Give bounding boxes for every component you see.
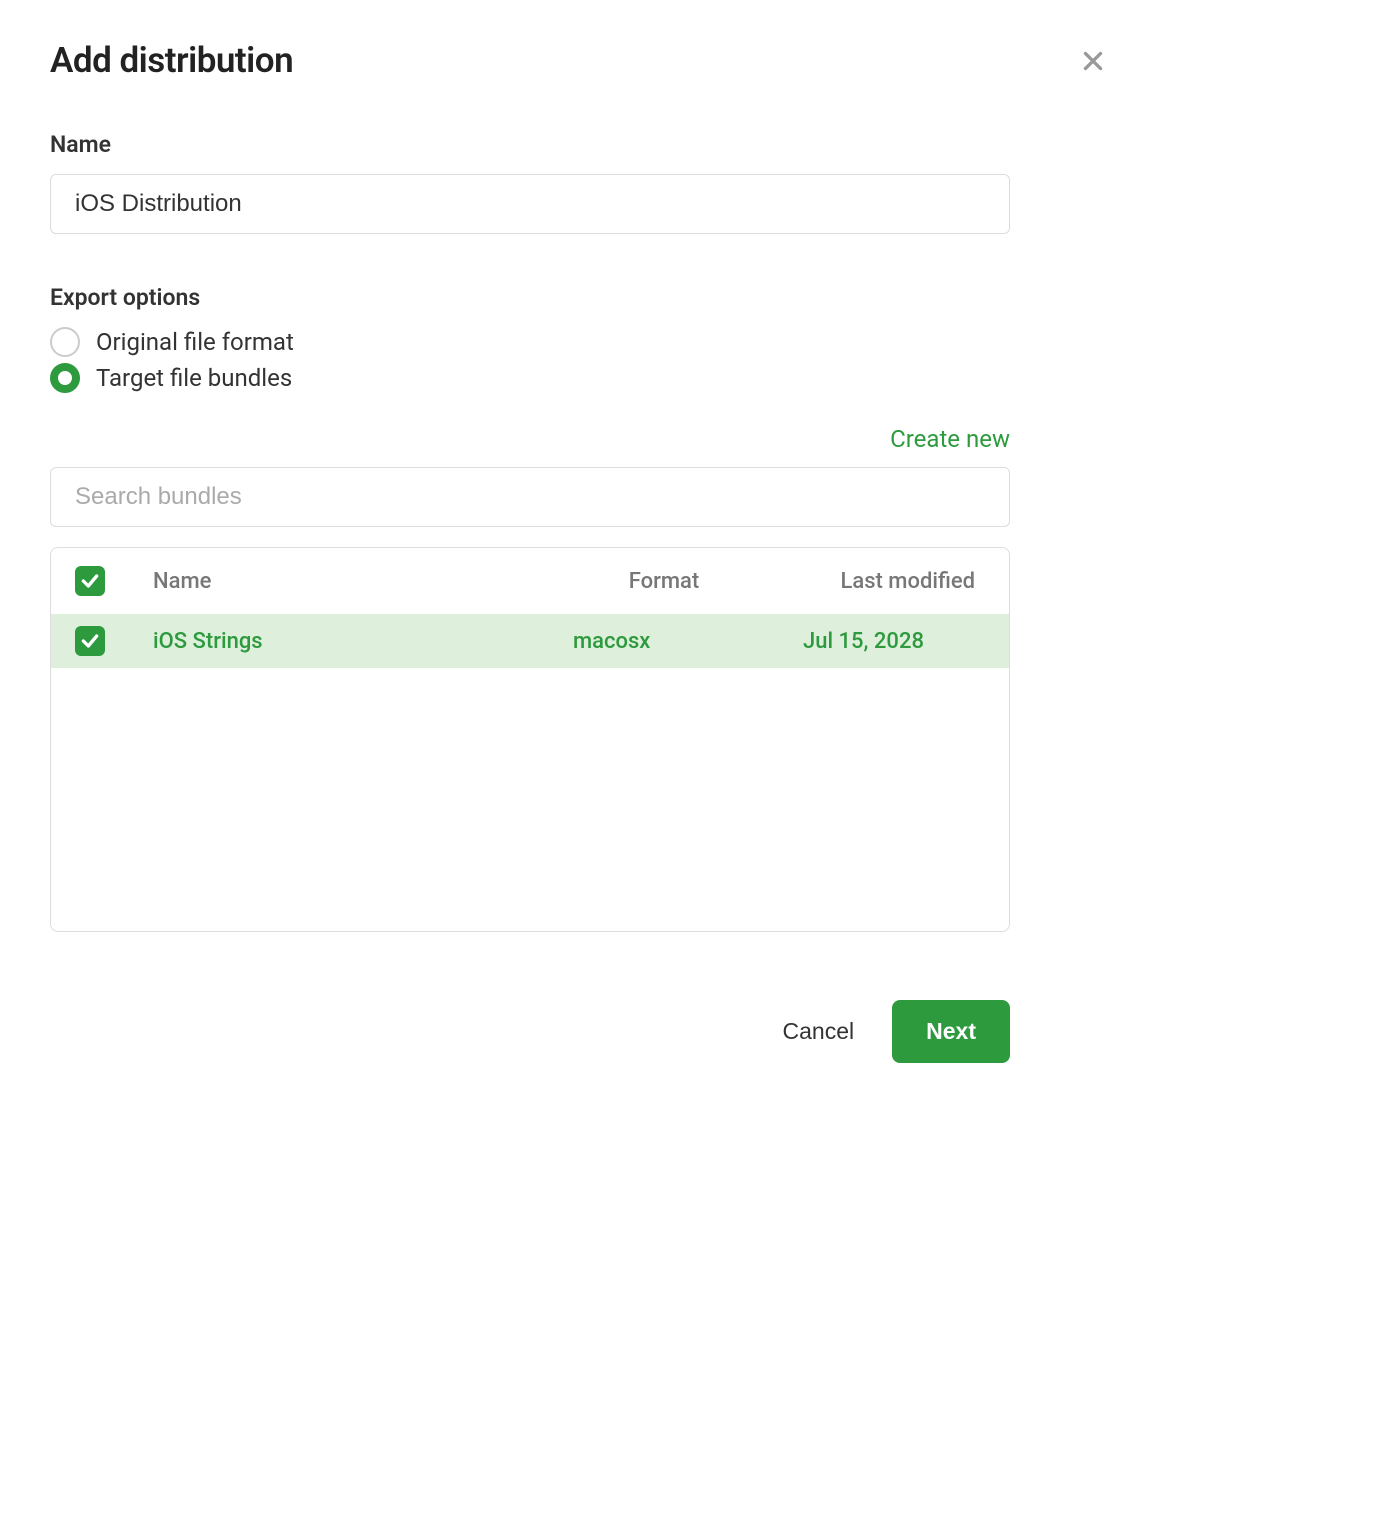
search-bundles-input[interactable] <box>50 467 1010 527</box>
radio-label: Target file bundles <box>96 364 292 392</box>
column-header-name[interactable]: Name <box>129 548 549 614</box>
bundles-table: Name Format Last modified iOS Strings <box>51 548 1009 668</box>
export-options-label: Export options <box>50 284 1110 311</box>
name-label: Name <box>50 131 1110 158</box>
radio-icon <box>50 327 80 357</box>
export-options-section: Export options Original file format Targ… <box>50 284 1110 393</box>
name-input[interactable] <box>50 174 1010 234</box>
export-options-radio-group: Original file format Target file bundles <box>50 327 1110 393</box>
cancel-button[interactable]: Cancel <box>783 1018 855 1045</box>
select-all-checkbox[interactable] <box>75 566 105 596</box>
row-name: iOS Strings <box>129 614 549 668</box>
radio-label: Original file format <box>96 328 294 356</box>
add-distribution-dialog: Add distribution Name Export options Ori… <box>50 0 1110 932</box>
check-icon <box>80 571 100 591</box>
close-icon <box>1080 48 1106 74</box>
column-header-format[interactable]: Format <box>549 548 779 614</box>
create-new-link[interactable]: Create new <box>50 425 1010 453</box>
dialog-title: Add distribution <box>50 40 293 81</box>
next-button[interactable]: Next <box>892 1000 1010 1063</box>
row-format: macosx <box>549 614 779 668</box>
bundles-card: Name Format Last modified iOS Strings <box>50 547 1010 932</box>
name-section: Name <box>50 131 1110 234</box>
close-button[interactable] <box>1076 44 1110 78</box>
radio-target-file-bundles[interactable]: Target file bundles <box>50 363 1110 393</box>
column-header-modified[interactable]: Last modified <box>779 548 1009 614</box>
dialog-footer: Cancel Next <box>50 1000 1010 1063</box>
radio-original-file-format[interactable]: Original file format <box>50 327 1110 357</box>
row-checkbox[interactable] <box>75 626 105 656</box>
check-icon <box>80 631 100 651</box>
row-modified: Jul 15, 2028 <box>779 614 1009 668</box>
dialog-header: Add distribution <box>50 40 1110 81</box>
radio-icon <box>50 363 80 393</box>
table-row[interactable]: iOS Strings macosx Jul 15, 2028 <box>51 614 1009 668</box>
